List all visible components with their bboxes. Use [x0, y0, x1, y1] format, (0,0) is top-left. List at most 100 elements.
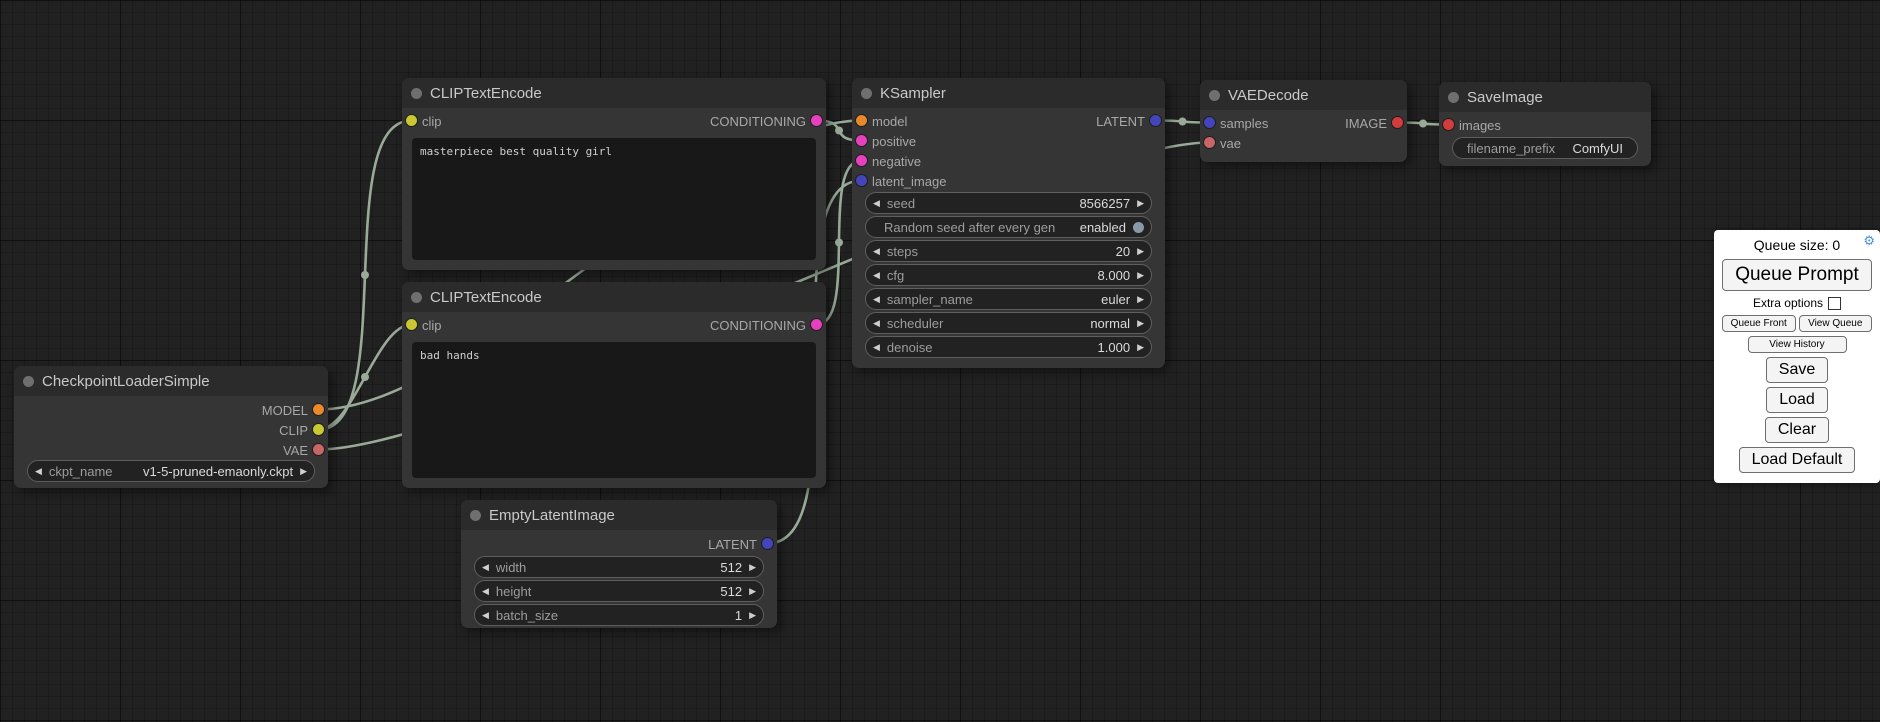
increment-arrow-icon[interactable]: ▶: [1130, 318, 1151, 329]
widget-label: scheduler: [887, 316, 943, 331]
node-collapse-dot[interactable]: [1448, 92, 1459, 103]
output-slot-conditioning: CONDITIONING: [402, 111, 826, 131]
node-title-bar[interactable]: EmptyLatentImage: [461, 500, 777, 530]
node-collapse-dot[interactable]: [861, 88, 872, 99]
extra-options-label: Extra options: [1753, 296, 1823, 310]
widget-label: ckpt_name: [49, 464, 113, 479]
increment-arrow-icon[interactable]: ▶: [1130, 270, 1151, 281]
decrement-arrow-icon[interactable]: ◀: [475, 562, 496, 573]
toggle-indicator[interactable]: [1133, 222, 1144, 233]
widget-width[interactable]: ◀ width 512 ▶: [474, 556, 764, 578]
view-history-button[interactable]: View History: [1748, 336, 1847, 353]
node-clip-text-encode-positive[interactable]: CLIPTextEncode clip CONDITIONING masterp…: [402, 78, 826, 270]
save-button[interactable]: Save: [1766, 357, 1828, 383]
node-checkpoint-loader-simple[interactable]: CheckpointLoaderSimple MODEL CLIP VAE ◀ …: [14, 366, 328, 488]
decrement-arrow-icon[interactable]: ◀: [475, 586, 496, 597]
node-title-bar[interactable]: SaveImage: [1439, 82, 1651, 112]
queue-size-row: Queue size: 0 ⚙: [1722, 235, 1872, 255]
decrement-arrow-icon[interactable]: ◀: [475, 610, 496, 621]
decrement-arrow-icon[interactable]: ◀: [28, 466, 49, 477]
decrement-arrow-icon[interactable]: ◀: [866, 246, 887, 257]
model-output-port[interactable]: [313, 404, 324, 415]
queue-buttons-row: Queue Front View Queue: [1722, 315, 1872, 332]
node-title-bar[interactable]: KSampler: [852, 78, 1165, 108]
widget-cfg[interactable]: ◀ cfg 8.000 ▶: [865, 264, 1152, 286]
latent-image-input-port[interactable]: [856, 175, 867, 186]
settings-gear-icon[interactable]: ⚙: [1863, 234, 1875, 247]
widget-denoise[interactable]: ◀ denoise 1.000 ▶: [865, 336, 1152, 358]
conditioning-output-port[interactable]: [811, 319, 822, 330]
widget-value: 1: [735, 608, 742, 623]
widget-height[interactable]: ◀ height 512 ▶: [474, 580, 764, 602]
node-title-bar[interactable]: CheckpointLoaderSimple: [14, 366, 328, 396]
decrement-arrow-icon[interactable]: ◀: [866, 342, 887, 353]
node-clip-text-encode-negative[interactable]: CLIPTextEncode clip CONDITIONING bad han…: [402, 282, 826, 488]
increment-arrow-icon[interactable]: ▶: [1130, 294, 1151, 305]
load-button[interactable]: Load: [1766, 387, 1828, 413]
clip-output-port[interactable]: [313, 424, 324, 435]
prompt-textarea[interactable]: masterpiece best quality girl: [412, 138, 816, 260]
link-wire: [319, 325, 412, 430]
input-slot-positive: positive: [852, 131, 1165, 151]
increment-arrow-icon[interactable]: ▶: [1130, 246, 1151, 257]
slot-label: latent_image: [872, 174, 946, 189]
slot-label: positive: [872, 134, 916, 149]
output-slot-latent: LATENT: [461, 534, 777, 554]
input-slot-negative: negative: [852, 151, 1165, 171]
negative-input-port[interactable]: [856, 155, 867, 166]
decrement-arrow-icon[interactable]: ◀: [866, 198, 887, 209]
widget-sampler-name[interactable]: ◀ sampler_name euler ▶: [865, 288, 1152, 310]
increment-arrow-icon[interactable]: ▶: [1130, 198, 1151, 209]
increment-arrow-icon[interactable]: ▶: [742, 610, 763, 621]
node-save-image[interactable]: SaveImage images filename_prefix ComfyUI: [1439, 82, 1651, 166]
node-collapse-dot[interactable]: [411, 292, 422, 303]
widget-seed[interactable]: ◀ seed 8566257 ▶: [865, 192, 1152, 214]
graph-canvas[interactable]: CheckpointLoaderSimple MODEL CLIP VAE ◀ …: [0, 0, 1880, 722]
widget-label: Random seed after every gen: [884, 220, 1055, 235]
decrement-arrow-icon[interactable]: ◀: [866, 294, 887, 305]
clear-button[interactable]: Clear: [1765, 417, 1829, 443]
vae-input-port[interactable]: [1204, 137, 1215, 148]
decrement-arrow-icon[interactable]: ◀: [866, 318, 887, 329]
widget-label: cfg: [887, 268, 904, 283]
node-empty-latent-image[interactable]: EmptyLatentImage LATENT ◀ width 512 ▶ ◀ …: [461, 500, 777, 628]
widget-batch-size[interactable]: ◀ batch_size 1 ▶: [474, 604, 764, 626]
increment-arrow-icon[interactable]: ▶: [1130, 342, 1151, 353]
node-collapse-dot[interactable]: [23, 376, 34, 387]
widget-filename-prefix[interactable]: filename_prefix ComfyUI: [1452, 137, 1638, 159]
decrement-arrow-icon[interactable]: ◀: [866, 270, 887, 281]
increment-arrow-icon[interactable]: ▶: [742, 586, 763, 597]
widget-ckpt-name[interactable]: ◀ ckpt_name v1-5-pruned-emaonly.ckpt ▶: [27, 460, 315, 482]
widget-value: enabled: [1080, 220, 1126, 235]
prompt-textarea[interactable]: bad hands: [412, 342, 816, 478]
increment-arrow-icon[interactable]: ▶: [293, 466, 314, 477]
node-ksampler[interactable]: KSampler model LATENT positive negative …: [852, 78, 1165, 368]
extra-options-checkbox[interactable]: [1828, 297, 1841, 310]
images-input-port[interactable]: [1443, 119, 1454, 130]
node-title-bar[interactable]: VAEDecode: [1200, 80, 1407, 110]
latent-output-port[interactable]: [1150, 115, 1161, 126]
widget-random-seed-toggle[interactable]: Random seed after every gen enabled: [865, 216, 1152, 238]
widget-label: filename_prefix: [1467, 141, 1555, 156]
extra-options-row: Extra options: [1753, 295, 1841, 311]
widget-scheduler[interactable]: ◀ scheduler normal ▶: [865, 312, 1152, 334]
view-queue-button[interactable]: View Queue: [1799, 315, 1873, 332]
node-vae-decode[interactable]: VAEDecode samples IMAGE vae: [1200, 80, 1407, 162]
node-collapse-dot[interactable]: [470, 510, 481, 521]
node-title-bar[interactable]: CLIPTextEncode: [402, 282, 826, 312]
latent-output-port[interactable]: [762, 538, 773, 549]
widget-steps[interactable]: ◀ steps 20 ▶: [865, 240, 1152, 262]
queue-prompt-button[interactable]: Queue Prompt: [1722, 259, 1872, 291]
widget-value: 1.000: [1098, 340, 1131, 355]
image-output-port[interactable]: [1392, 117, 1403, 128]
node-collapse-dot[interactable]: [411, 88, 422, 99]
queue-front-button[interactable]: Queue Front: [1722, 315, 1796, 332]
node-collapse-dot[interactable]: [1209, 90, 1220, 101]
widget-value: 8566257: [1079, 196, 1130, 211]
vae-output-port[interactable]: [313, 444, 324, 455]
positive-input-port[interactable]: [856, 135, 867, 146]
node-title-bar[interactable]: CLIPTextEncode: [402, 78, 826, 108]
conditioning-output-port[interactable]: [811, 115, 822, 126]
load-default-button[interactable]: Load Default: [1739, 447, 1856, 473]
increment-arrow-icon[interactable]: ▶: [742, 562, 763, 573]
